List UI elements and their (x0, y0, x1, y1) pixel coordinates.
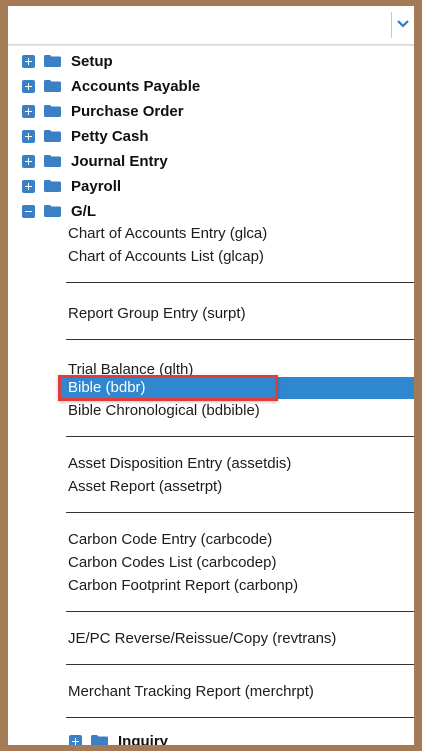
toolbar (8, 6, 414, 45)
tree-node-label: Payroll (71, 177, 122, 195)
menu-separator (66, 664, 414, 665)
expand-plus-icon[interactable] (22, 179, 35, 193)
tree-node-journal-entry[interactable]: Journal Entry (22, 150, 168, 172)
tree-node-payroll[interactable]: Payroll (22, 175, 121, 197)
app-frame: Setup Accounts Payable Purchase Order Pe… (0, 0, 422, 751)
menu-item-chart-of-accounts-list[interactable]: Chart of Accounts List (glcap) (68, 246, 264, 268)
folder-icon (44, 205, 61, 217)
folder-icon (44, 130, 61, 142)
expand-plus-icon[interactable] (22, 54, 35, 68)
tree-node-label: Journal Entry (71, 152, 168, 170)
tree-node-petty-cash[interactable]: Petty Cash (22, 125, 149, 147)
tree-node-label: G/L (71, 202, 96, 220)
expand-plus-icon[interactable] (22, 129, 35, 143)
tree-node-label: Petty Cash (71, 127, 149, 145)
menu-item-bible-chronological[interactable]: Bible Chronological (bdbible) (68, 400, 260, 422)
folder-icon (44, 155, 61, 167)
tree-node-label: Inquiry (118, 732, 169, 750)
tree-node-inquiry[interactable]: Inquiry (69, 730, 169, 750)
collapse-minus-icon[interactable] (22, 204, 35, 218)
folder-icon (44, 55, 61, 67)
expand-plus-icon[interactable] (22, 79, 35, 93)
folder-icon (91, 735, 108, 745)
expand-plus-icon[interactable] (22, 104, 35, 118)
menu-item-carbon-codes-list[interactable]: Carbon Codes List (carbcodep) (68, 552, 276, 574)
expand-plus-icon[interactable] (69, 734, 82, 745)
menu-item-asset-disposition-entry[interactable]: Asset Disposition Entry (assetdis) (68, 453, 291, 475)
menu-separator (66, 611, 414, 612)
tree-node-gl[interactable]: G/L (22, 200, 96, 222)
menu-separator (66, 512, 414, 513)
menu-separator (66, 339, 414, 340)
chevron-down-icon (396, 16, 410, 34)
folder-icon (44, 105, 61, 117)
menu-item-carbon-code-entry[interactable]: Carbon Code Entry (carbcode) (68, 529, 272, 551)
annotation-highlight-box (58, 375, 278, 401)
tree-node-label: Setup (71, 52, 113, 70)
menu-item-asset-report[interactable]: Asset Report (assetrpt) (68, 476, 222, 498)
menu-item-merchant-tracking-report[interactable]: Merchant Tracking Report (merchrpt) (68, 681, 314, 703)
menu-item-report-group-entry[interactable]: Report Group Entry (surpt) (68, 303, 246, 325)
tree-node-accounts-payable[interactable]: Accounts Payable (22, 75, 200, 97)
menu-separator (66, 717, 414, 718)
menu-item-chart-of-accounts-entry[interactable]: Chart of Accounts Entry (glca) (68, 223, 267, 245)
tree-node-label: Accounts Payable (71, 77, 201, 95)
tree-node-purchase-order[interactable]: Purchase Order (22, 100, 184, 122)
menu-separator (66, 282, 414, 283)
dropdown-button[interactable] (391, 12, 414, 38)
folder-icon (44, 180, 61, 192)
folder-icon (44, 80, 61, 92)
tree-node-setup[interactable]: Setup (22, 50, 113, 72)
menu-item-carbon-footprint-report[interactable]: Carbon Footprint Report (carbonp) (68, 575, 298, 597)
menu-separator (66, 436, 414, 437)
expand-plus-icon[interactable] (22, 154, 35, 168)
menu-item-je-pc-reverse[interactable]: JE/PC Reverse/Reissue/Copy (revtrans) (68, 628, 336, 650)
tree-node-label: Purchase Order (71, 102, 184, 120)
